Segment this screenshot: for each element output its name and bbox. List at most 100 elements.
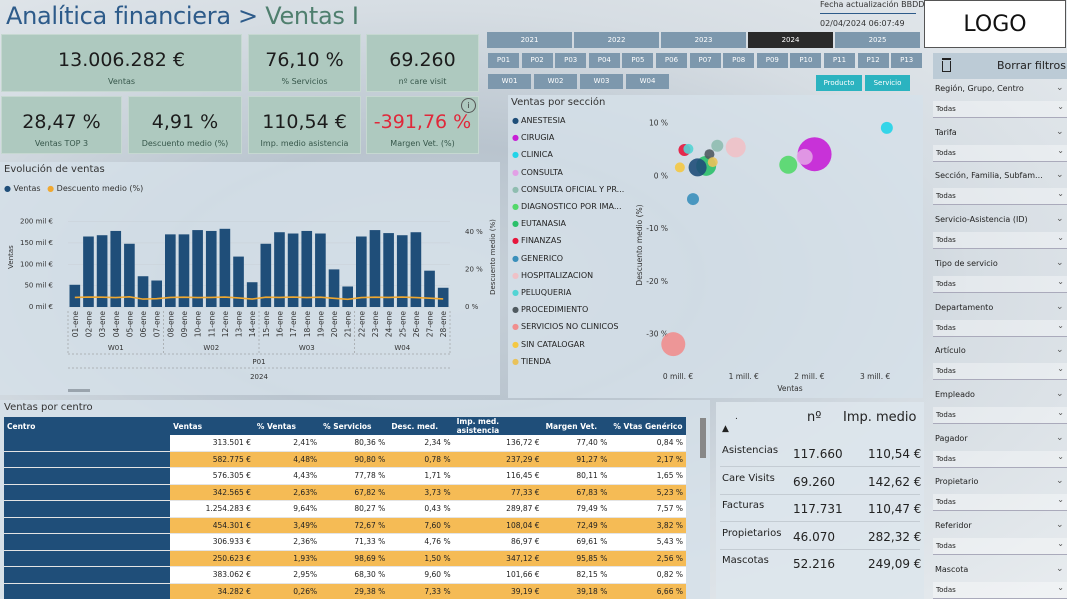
week-button-w04[interactable]: W04 — [626, 74, 669, 89]
scatter-point[interactable] — [725, 137, 746, 158]
centro-col-header[interactable]: Imp. med. asistencia — [453, 417, 543, 435]
seccion-legend-item[interactable]: ● GENERICO — [512, 254, 563, 263]
period-button-p04[interactable]: P04 — [588, 53, 620, 68]
bar-ventas[interactable] — [151, 280, 162, 307]
seccion-legend-item[interactable]: ● CIRUGIA — [512, 133, 554, 142]
period-button-p07[interactable]: P07 — [689, 53, 721, 68]
scatter-point[interactable] — [661, 332, 686, 357]
scatter-point[interactable] — [796, 148, 813, 165]
bar-ventas[interactable] — [110, 230, 122, 307]
centro-col-header[interactable]: Ventas — [170, 417, 254, 435]
table-row[interactable]: 576.305 €4,43% 77,78 % 1,71 % 116,45 €80,11… — [4, 467, 686, 485]
seccion-legend-item[interactable]: ● TIENDA — [512, 357, 551, 366]
seccion-legend-item[interactable]: ● SERVICIOS NO CLINICOS — [512, 322, 618, 331]
bar-ventas[interactable] — [69, 284, 81, 307]
scatter-point[interactable] — [687, 193, 699, 206]
filter-dropdown[interactable]: Todas ⌄ — [933, 538, 1067, 555]
filter-collapse-icon[interactable]: ⌄ — [1056, 170, 1064, 180]
filter-collapse-icon[interactable]: ⌄ — [1056, 433, 1064, 443]
table-row[interactable]: 383.062 €2,95% 68,30 % 9,60 % 101,66 €82,15… — [4, 566, 686, 584]
table-row[interactable]: 313.501 €2,41% 80,36 % 2,34 % 136,72 €77,40… — [4, 435, 686, 452]
centro-col-header[interactable]: Centro — [4, 417, 171, 435]
table-row[interactable]: 1.254.283 €9,64% 80,27 % 0,43 % 289,87 €79,… — [4, 500, 686, 518]
scatter-point[interactable] — [688, 158, 707, 177]
filter-dropdown[interactable]: Todas ⌄ — [933, 494, 1067, 512]
bar-ventas[interactable] — [396, 235, 408, 307]
week-button-w03[interactable]: W03 — [580, 74, 623, 89]
bar-ventas[interactable] — [287, 233, 299, 307]
year-button-2023[interactable]: 2023 — [661, 32, 746, 48]
seccion-legend-item[interactable]: ● CONSULTA OFICIAL Y PR... — [512, 185, 624, 194]
bar-ventas[interactable] — [437, 287, 449, 307]
bar-ventas[interactable] — [424, 270, 435, 307]
centro-col-header[interactable]: % Vtas Genérico — [610, 417, 686, 435]
seccion-legend-item[interactable]: ● HOSPITALIZACION — [512, 271, 593, 280]
filter-collapse-icon[interactable]: ⌄ — [1056, 214, 1064, 224]
bar-ventas[interactable] — [219, 228, 231, 307]
period-button-p12[interactable]: P12 — [857, 53, 889, 68]
filter-dropdown[interactable]: Todas ⌄ — [933, 275, 1067, 293]
bar-ventas[interactable] — [369, 230, 381, 307]
table-row[interactable]: 250.623 €1,93% 98,69 % 1,50 % 347,12 €95,85… — [4, 550, 686, 567]
week-button-w01[interactable]: W01 — [488, 74, 531, 89]
centro-col-header[interactable]: % Ventas — [253, 417, 321, 435]
filter-collapse-icon[interactable]: ⌄ — [1056, 83, 1064, 93]
bar-ventas[interactable] — [137, 276, 149, 307]
table-row[interactable]: 342.565 €2,63% 67,82 % 3,73 % 77,33 €67,83 … — [4, 484, 686, 501]
bar-ventas[interactable] — [205, 230, 217, 307]
seccion-legend-item[interactable]: ● PROCEDIMIENTO — [512, 305, 588, 314]
filter-collapse-icon[interactable]: ⌄ — [1056, 389, 1064, 399]
bar-ventas[interactable] — [315, 233, 326, 307]
period-button-p03[interactable]: P03 — [555, 53, 587, 68]
producto-button[interactable]: Producto — [816, 75, 862, 91]
bar-ventas[interactable] — [192, 230, 203, 307]
period-button-p11[interactable]: P11 — [824, 53, 855, 68]
scatter-point[interactable] — [683, 143, 694, 154]
bar-ventas[interactable] — [96, 235, 108, 307]
seccion-legend-item[interactable]: ● SIN CATALOGAR — [512, 340, 585, 349]
chart-scrollbar[interactable] — [68, 389, 90, 392]
filter-dropdown[interactable]: Todas ⌄ — [933, 406, 1067, 424]
bar-ventas[interactable] — [356, 236, 367, 308]
bar-ventas[interactable] — [165, 234, 176, 307]
seccion-legend-item[interactable]: ● PELUQUERIA — [512, 288, 571, 297]
table-row[interactable]: 306.933 €2,36% 71,33 % 4,76 % 86,97 €69,61 … — [4, 533, 686, 551]
table-row[interactable]: 34.282 €0,26% 29,38 % 7,33 % 39,19 €39,18 %… — [4, 583, 686, 599]
scatter-point[interactable] — [674, 162, 685, 173]
bar-ventas[interactable] — [246, 282, 258, 307]
bar-ventas[interactable] — [410, 232, 422, 307]
scatter-point[interactable] — [779, 155, 798, 174]
period-button-p13[interactable]: P13 — [891, 53, 923, 68]
centro-col-header[interactable]: Desc. med. — [388, 417, 454, 435]
filter-dropdown[interactable]: Todas ⌄ — [933, 101, 1067, 118]
seccion-legend-item[interactable]: ● EUTANASIA — [512, 219, 566, 228]
period-button-p02[interactable]: P02 — [521, 53, 553, 68]
scatter-point[interactable] — [711, 139, 724, 152]
filter-collapse-icon[interactable]: ⌄ — [1056, 127, 1064, 137]
bar-ventas[interactable] — [301, 230, 313, 307]
year-button-2025[interactable]: 2025 — [835, 32, 920, 48]
centro-col-header[interactable]: Margen Vet. — [542, 417, 611, 435]
info-icon[interactable]: i — [461, 98, 476, 113]
seccion-legend-item[interactable]: ● FINANZAS — [512, 236, 561, 245]
filter-collapse-icon[interactable]: ⌄ — [1056, 476, 1064, 486]
sort-arrow-icon[interactable]: ▲ — [722, 424, 729, 434]
filter-collapse-icon[interactable]: ⌄ — [1056, 302, 1064, 312]
seccion-legend-item[interactable]: ● DIAGNOSTICO POR IMA... — [512, 202, 622, 211]
filter-collapse-icon[interactable]: ⌄ — [1056, 345, 1064, 355]
filter-dropdown[interactable]: Todas ⌄ — [933, 581, 1067, 599]
period-button-p10[interactable]: P10 — [790, 53, 822, 68]
bar-ventas[interactable] — [233, 256, 244, 307]
period-button-p06[interactable]: P06 — [656, 53, 687, 68]
filter-dropdown[interactable]: Todas ⌄ — [933, 363, 1067, 381]
filter-collapse-icon[interactable]: ⌄ — [1056, 258, 1064, 268]
bar-ventas[interactable] — [178, 234, 190, 307]
year-button-2022[interactable]: 2022 — [574, 32, 659, 48]
bar-ventas[interactable] — [383, 233, 394, 307]
filter-dropdown[interactable]: Todas ⌄ — [933, 319, 1067, 337]
seccion-legend-item[interactable]: ● CONSULTA — [512, 168, 563, 177]
filter-dropdown[interactable]: Todas ⌄ — [933, 144, 1067, 162]
seccion-legend-item[interactable]: ● CLINICA — [512, 150, 553, 159]
bar-ventas[interactable] — [328, 269, 340, 307]
filter-collapse-icon[interactable]: ⌄ — [1056, 520, 1064, 530]
